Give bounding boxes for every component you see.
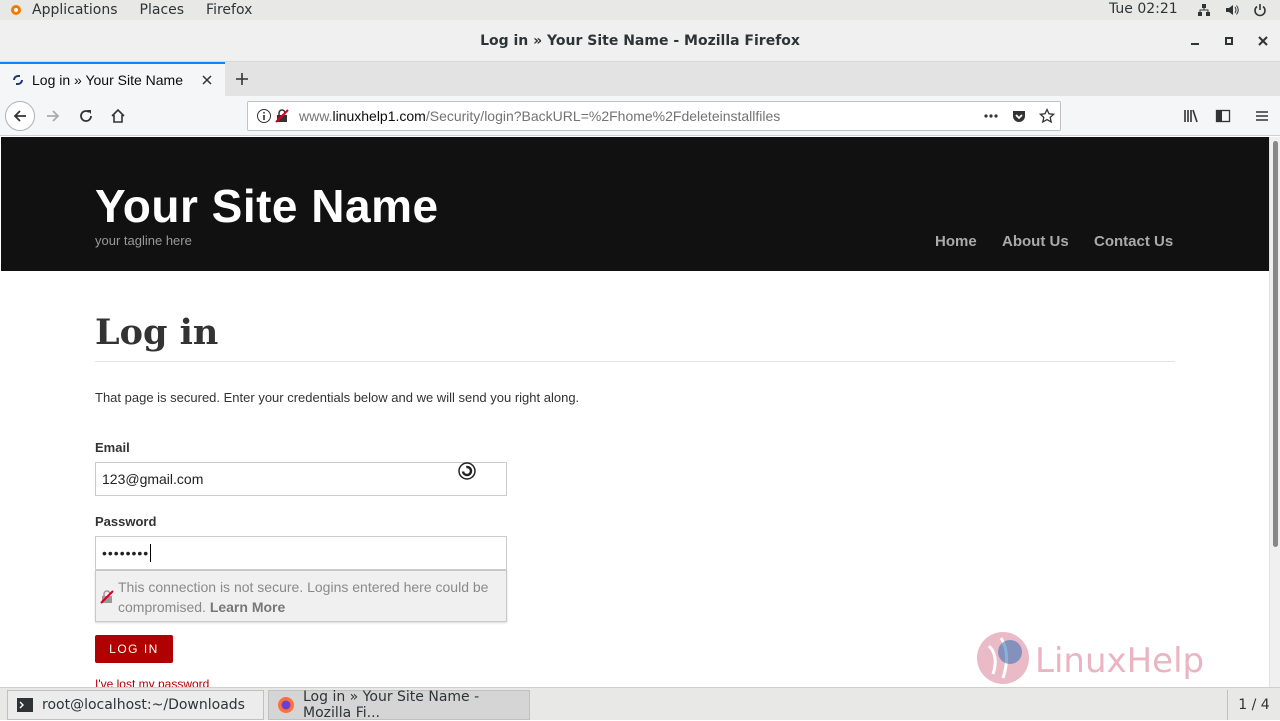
- page-actions-icon[interactable]: [982, 107, 1000, 125]
- sidebar-toggle-icon[interactable]: [1208, 101, 1238, 131]
- system-tray: [1196, 2, 1268, 18]
- tab-login[interactable]: Log in » Your Site Name: [0, 62, 225, 96]
- web-page: Your Site Name your tagline here Home Ab…: [1, 137, 1269, 687]
- lost-password-link[interactable]: I've lost my password: [95, 677, 209, 687]
- url-text[interactable]: www.linuxhelp1.com/Security/login?BackUR…: [299, 108, 780, 124]
- taskbar-firefox[interactable]: Log in » Your Site Name - Mozilla Fi...: [268, 689, 530, 721]
- email-label: Email: [95, 440, 130, 455]
- bookmark-star-icon[interactable]: [1038, 107, 1056, 125]
- site-info-icon[interactable]: [255, 107, 273, 125]
- tab-close-icon[interactable]: [200, 73, 214, 87]
- clock[interactable]: Tue 02:21: [1109, 1, 1178, 17]
- reload-icon[interactable]: [71, 101, 101, 131]
- navigation-toolbar: www.linuxhelp1.com/Security/login?BackUR…: [0, 96, 1280, 136]
- title-divider: [95, 361, 1175, 362]
- forward-button-icon[interactable]: [38, 101, 68, 131]
- url-bar[interactable]: www.linuxhelp1.com/Security/login?BackUR…: [247, 101, 1061, 131]
- svg-text:LinuxHelp: LinuxHelp: [1035, 641, 1204, 681]
- insecure-login-warning-popup[interactable]: This connection is not secure. Logins en…: [95, 570, 507, 622]
- hamburger-menu-icon[interactable]: [1247, 101, 1277, 131]
- places-menu[interactable]: Places: [140, 2, 185, 18]
- terminal-icon: [16, 696, 34, 714]
- password-field[interactable]: ••••••••: [95, 536, 507, 570]
- new-tab-icon[interactable]: [232, 69, 252, 89]
- text-caret: [150, 544, 152, 562]
- tab-strip: Log in » Your Site Name: [0, 62, 1280, 96]
- login-button[interactable]: LOG IN: [95, 635, 173, 663]
- nav-contact-us[interactable]: Contact Us: [1094, 233, 1173, 250]
- back-button-icon[interactable]: [5, 101, 35, 131]
- firefox-app-menu[interactable]: Firefox: [206, 2, 252, 18]
- insecure-lock-icon: [99, 589, 115, 605]
- page-title: Log in: [95, 312, 219, 353]
- page-scrollbar[interactable]: [1269, 137, 1280, 687]
- maximize-icon[interactable]: [1220, 32, 1238, 50]
- site-name[interactable]: Your Site Name: [95, 179, 439, 233]
- workspace-pager[interactable]: 1 / 4: [1227, 690, 1280, 720]
- learn-more-link[interactable]: Learn More: [210, 599, 285, 615]
- insecure-login-icon[interactable]: [273, 107, 291, 125]
- secured-message: That page is secured. Enter your credent…: [95, 390, 580, 405]
- tab-favicon-icon: [11, 73, 25, 87]
- linuxhelp-watermark: LinuxHelp: [975, 628, 1235, 687]
- window-title: Log in » Your Site Name - Mozilla Firefo…: [480, 32, 800, 49]
- taskbar-firefox-label: Log in » Your Site Name - Mozilla Fi...: [303, 689, 480, 721]
- volume-icon[interactable]: [1224, 2, 1240, 18]
- applications-menu[interactable]: Applications: [32, 2, 118, 18]
- close-window-icon[interactable]: [1254, 32, 1272, 50]
- email-field[interactable]: 123@gmail.com: [95, 462, 507, 496]
- taskbar-terminal-label: root@localhost:~/Downloads: [42, 697, 245, 713]
- applications-icon: [8, 2, 24, 18]
- gnome-top-bar: Applications Places Firefox Tue 02:21: [0, 0, 1280, 20]
- window-titlebar[interactable]: Log in » Your Site Name - Mozilla Firefo…: [0, 20, 1280, 62]
- warning-text: This connection is not secure. Logins en…: [118, 579, 489, 615]
- password-value: ••••••••: [102, 545, 150, 561]
- home-icon[interactable]: [103, 101, 133, 131]
- busy-cursor-icon: [458, 462, 476, 480]
- nav-home[interactable]: Home: [935, 233, 977, 250]
- password-label: Password: [95, 514, 157, 529]
- taskbar-terminal[interactable]: root@localhost:~/Downloads: [7, 690, 264, 720]
- window-list-taskbar: root@localhost:~/Downloads Log in » Your…: [0, 687, 1280, 721]
- pocket-icon[interactable]: [1010, 107, 1028, 125]
- firefox-icon: [277, 696, 295, 714]
- power-icon[interactable]: [1252, 2, 1268, 18]
- library-icon[interactable]: [1176, 101, 1206, 131]
- minimize-icon[interactable]: [1186, 32, 1204, 50]
- site-tagline: your tagline here: [95, 233, 192, 248]
- nav-about-us[interactable]: About Us: [1002, 233, 1069, 250]
- network-icon[interactable]: [1196, 2, 1212, 18]
- email-value: 123@gmail.com: [102, 471, 204, 487]
- scrollbar-thumb[interactable]: [1273, 141, 1278, 547]
- tab-label: Log in » Your Site Name: [32, 72, 183, 88]
- workspace-indicator: 1 / 4: [1238, 697, 1270, 713]
- site-header: Your Site Name your tagline here Home Ab…: [1, 137, 1269, 271]
